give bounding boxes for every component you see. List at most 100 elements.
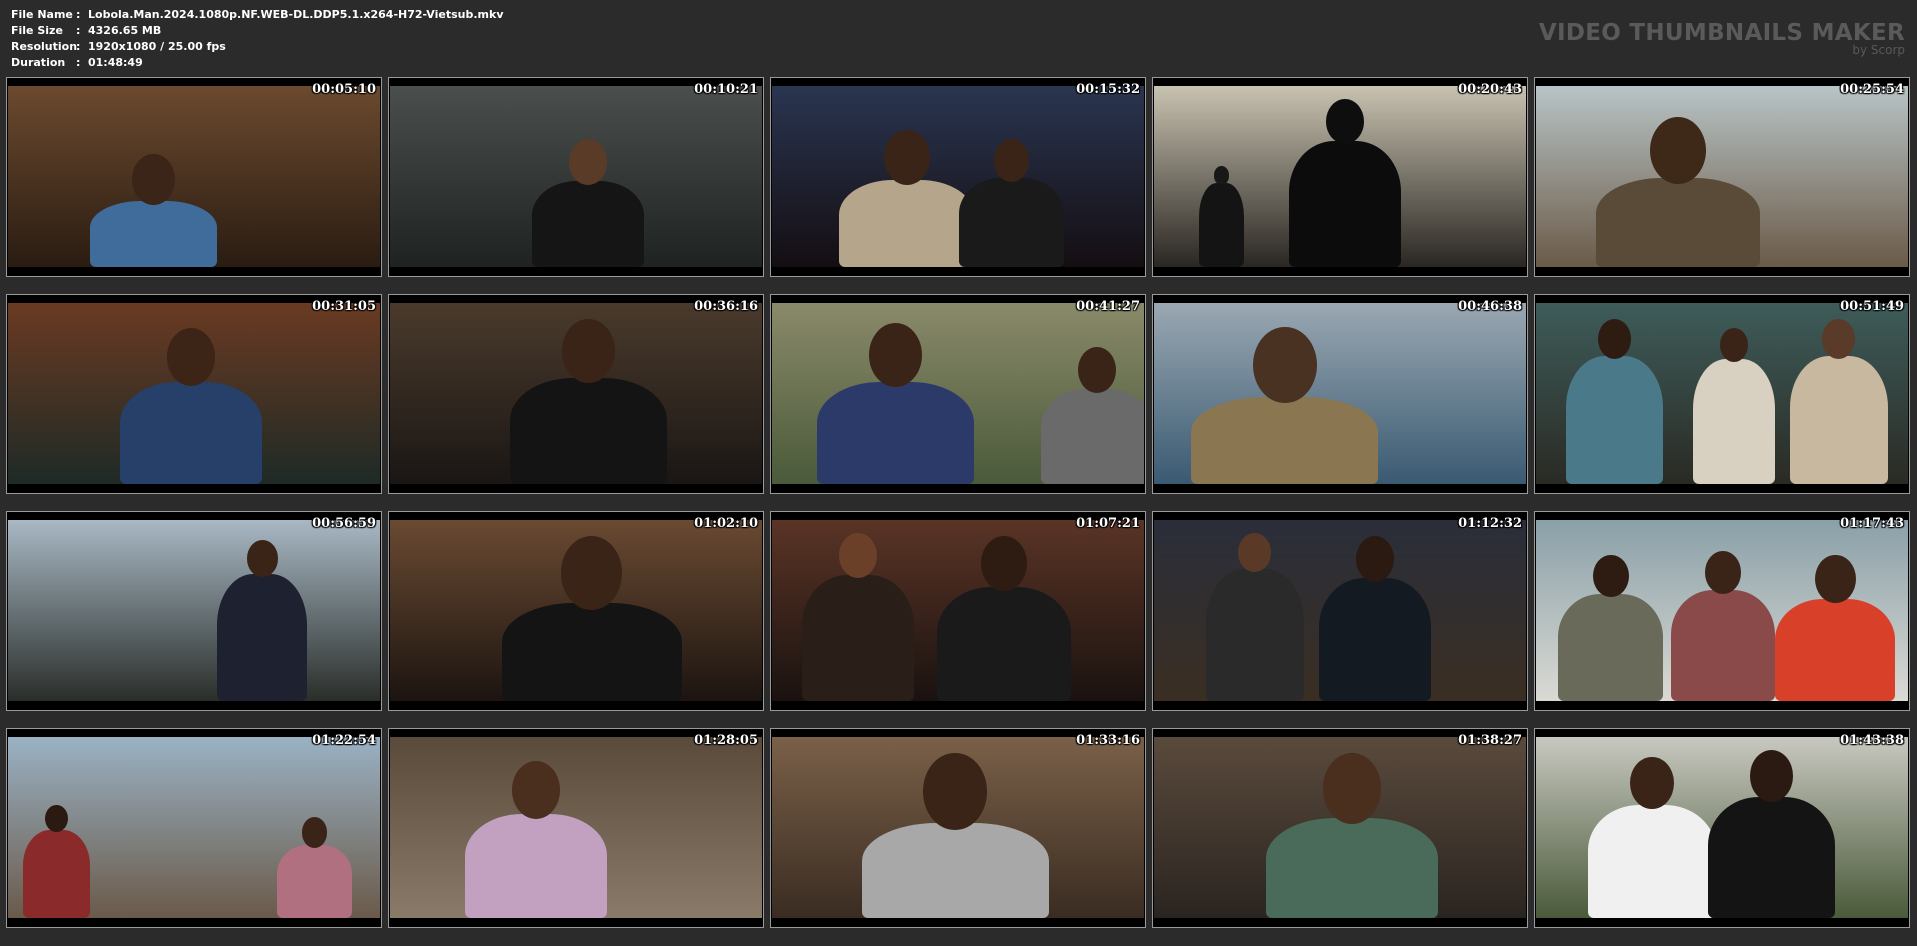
person-silhouette (1775, 554, 1896, 701)
thumbnail[interactable]: 00:25:54 (1534, 77, 1910, 277)
body-shape (1670, 590, 1776, 701)
body-shape (1318, 578, 1431, 701)
video-frame (390, 737, 762, 918)
duration-label: Duration (11, 56, 66, 69)
body-shape (1558, 593, 1664, 701)
head-shape (561, 319, 615, 384)
separator: : (76, 40, 81, 53)
head-shape (1720, 328, 1749, 363)
timestamp-label: 01:43:38 (1840, 733, 1904, 748)
person-silhouette (120, 328, 263, 484)
timestamp-label: 01:12:32 (1458, 516, 1522, 531)
video-frame (772, 86, 1144, 267)
person-silhouette (801, 532, 915, 701)
person-silhouette (1288, 98, 1401, 267)
timestamp-label: 01:17:43 (1840, 516, 1904, 531)
timestamp-label: 00:31:05 (312, 299, 376, 314)
head-shape (980, 536, 1027, 592)
thumbnail[interactable]: 01:38:27 (1152, 728, 1528, 928)
body-shape (1206, 569, 1304, 701)
thumbnail[interactable]: 01:43:38 (1534, 728, 1910, 928)
thumbnail-grid: 00:05:10 00:10:21 00:15:32 00:20:43 00:25:54… (6, 77, 1910, 928)
timestamp-label: 01:33:16 (1076, 733, 1140, 748)
body-shape (1041, 388, 1144, 484)
head-shape (883, 129, 930, 185)
thumbnail[interactable]: 01:12:32 (1152, 511, 1528, 711)
thumbnail[interactable]: 01:33:16 (770, 728, 1146, 928)
person-silhouette (861, 753, 1049, 918)
timestamp-label: 00:25:54 (1840, 82, 1904, 97)
video-frame (772, 737, 1144, 918)
head-shape (301, 817, 328, 848)
thumbnail[interactable]: 00:20:43 (1152, 77, 1528, 277)
video-frame (390, 520, 762, 701)
video-frame (1536, 737, 1908, 918)
video-frame (1536, 86, 1908, 267)
body-shape (936, 586, 1072, 701)
timestamp-label: 00:51:49 (1840, 299, 1904, 314)
body-shape (1588, 804, 1716, 918)
thumbnail[interactable]: 00:51:49 (1534, 294, 1910, 494)
head-shape (1650, 116, 1707, 185)
thumbnail[interactable]: 01:07:21 (770, 511, 1146, 711)
head-shape (1814, 554, 1856, 604)
file-name-label: File Name (11, 8, 73, 21)
person-silhouette (1318, 536, 1431, 701)
head-shape (1078, 346, 1117, 393)
thumbnail[interactable]: 00:41:27 (770, 294, 1146, 494)
file-size-value: 4326.65 MB (88, 24, 162, 37)
thumbnail[interactable]: 00:10:21 (388, 77, 764, 277)
video-frame (8, 303, 380, 484)
thumbnail[interactable]: 00:46:38 (1152, 294, 1528, 494)
thumbnail[interactable]: 00:31:05 (6, 294, 382, 494)
thumbnail[interactable]: 00:56:59 (6, 511, 382, 711)
body-shape (1198, 183, 1244, 267)
head-shape (1325, 98, 1364, 145)
head-shape (1705, 550, 1741, 594)
separator: : (76, 8, 81, 21)
timestamp-label: 00:20:43 (1458, 82, 1522, 97)
brand-title: VIDEO THUMBNAILS MAKER (1538, 20, 1905, 46)
video-frame (1154, 520, 1526, 701)
thumbnail[interactable]: 01:02:10 (388, 511, 764, 711)
video-frame (772, 520, 1144, 701)
video-frame (1536, 520, 1908, 701)
separator: : (76, 56, 81, 69)
timestamp-label: 00:46:38 (1458, 299, 1522, 314)
thumbnail[interactable]: 00:36:16 (388, 294, 764, 494)
video-frame (1154, 303, 1526, 484)
person-silhouette (1191, 326, 1379, 484)
body-shape (801, 574, 915, 701)
video-frame (1154, 86, 1526, 267)
person-silhouette (816, 322, 974, 484)
timestamp-label: 01:28:05 (694, 733, 758, 748)
body-shape (1708, 797, 1836, 918)
duration-row: Duration : 01:48:49 (11, 55, 504, 71)
person-silhouette (509, 319, 667, 484)
person-silhouette (1266, 753, 1439, 918)
body-shape (1790, 355, 1888, 484)
resolution-label: Resolution (11, 40, 78, 53)
timestamp-label: 00:05:10 (312, 82, 376, 97)
thumbnail[interactable]: 01:22:54 (6, 728, 382, 928)
body-shape (1288, 140, 1401, 267)
thumbnail[interactable]: 01:17:43 (1534, 511, 1910, 711)
head-shape (1592, 554, 1629, 598)
file-name-row: File Name : Lobola.Man.2024.1080p.NF.WEB… (11, 7, 504, 23)
thumbnail[interactable]: 00:05:10 (6, 77, 382, 277)
timestamp-label: 01:38:27 (1458, 733, 1522, 748)
timestamp-label: 00:41:27 (1076, 299, 1140, 314)
body-shape (1266, 817, 1439, 918)
file-size-label: File Size (11, 24, 63, 37)
timestamp-label: 00:10:21 (694, 82, 758, 97)
head-shape (868, 322, 923, 388)
head-shape (167, 328, 216, 387)
head-shape (569, 138, 608, 185)
body-shape (120, 381, 263, 484)
timestamp-label: 00:36:16 (694, 299, 758, 314)
thumbnail[interactable]: 01:28:05 (388, 728, 764, 928)
thumbnail[interactable]: 00:15:32 (770, 77, 1146, 277)
video-frame (772, 303, 1144, 484)
person-silhouette (1595, 116, 1761, 267)
video-frame (8, 520, 380, 701)
